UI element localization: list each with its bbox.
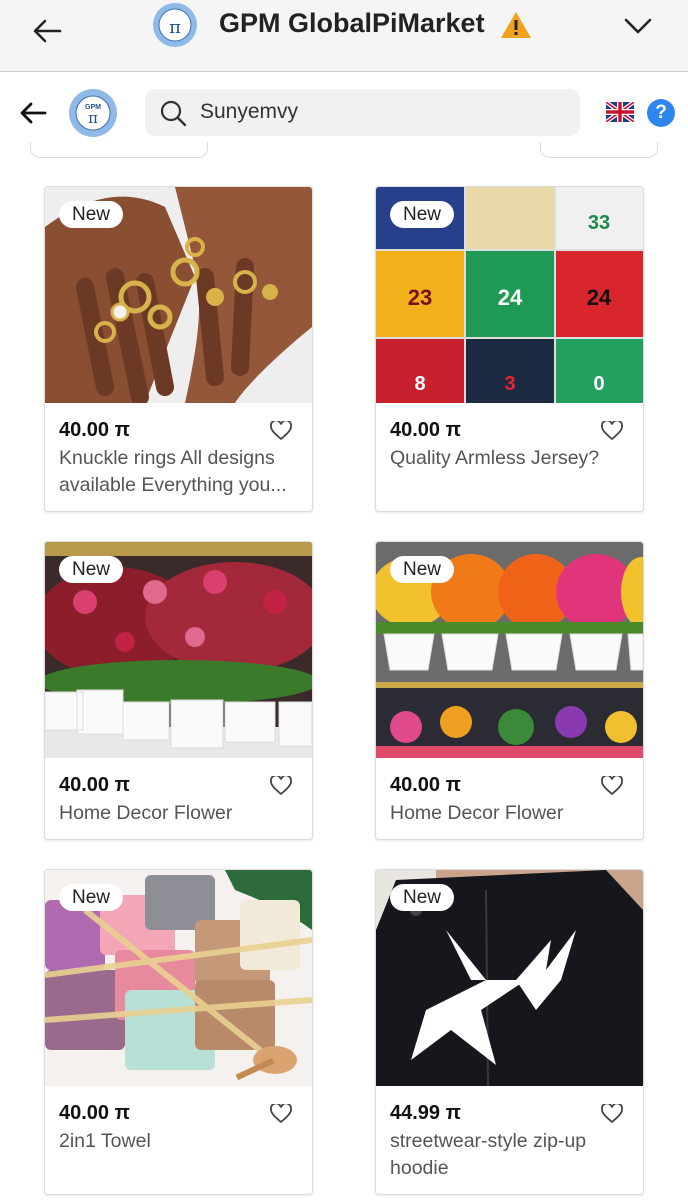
svg-text:23: 23 bbox=[408, 285, 432, 310]
new-badge: New bbox=[59, 884, 124, 911]
product-card[interactable]: New 40.00 π Knuckle rings All designs av… bbox=[44, 186, 313, 512]
product-image[interactable]: New bbox=[376, 870, 643, 1086]
previous-row-card-edge bbox=[30, 142, 208, 158]
back-arrow-icon[interactable] bbox=[30, 14, 64, 48]
product-card[interactable]: New 40.00 π Home Decor Flower bbox=[375, 541, 644, 840]
svg-text:8: 8 bbox=[414, 373, 425, 395]
new-badge: New bbox=[59, 556, 124, 583]
product-name[interactable]: Home Decor Flower bbox=[390, 800, 630, 827]
new-badge: New bbox=[390, 556, 455, 583]
favorite-heart-icon[interactable] bbox=[601, 1104, 623, 1124]
gpm-logo-icon: π bbox=[153, 3, 197, 47]
search-input[interactable]: Sunyemvy bbox=[145, 89, 580, 136]
svg-text:24: 24 bbox=[587, 285, 612, 310]
svg-text:33: 33 bbox=[588, 212, 610, 234]
favorite-heart-icon[interactable] bbox=[601, 776, 623, 796]
product-name[interactable]: streetwear-style zip-up hoodie bbox=[390, 1128, 630, 1182]
new-badge: New bbox=[59, 201, 124, 228]
product-card[interactable]: New 40.00 π Home Decor Flower bbox=[44, 541, 313, 840]
product-price: 40.00 π bbox=[390, 419, 461, 441]
new-badge: New bbox=[390, 884, 455, 911]
product-price: 44.99 π bbox=[390, 1102, 461, 1124]
favorite-heart-icon[interactable] bbox=[270, 1104, 292, 1124]
product-price: 40.00 π bbox=[59, 1102, 130, 1124]
svg-text:3: 3 bbox=[504, 373, 515, 395]
svg-text:0: 0 bbox=[593, 373, 604, 395]
favorite-heart-icon[interactable] bbox=[601, 421, 623, 441]
gpm-logo-icon[interactable]: GPM π bbox=[68, 88, 118, 138]
search-query: Sunyemvy bbox=[200, 100, 299, 123]
product-card[interactable]: New 40.00 π 2in1 Towel bbox=[44, 869, 313, 1195]
search-icon bbox=[160, 100, 187, 127]
product-image[interactable]: New bbox=[45, 187, 312, 403]
product-image[interactable]: New bbox=[376, 542, 643, 758]
product-image[interactable]: New bbox=[45, 542, 312, 758]
svg-text:π: π bbox=[88, 109, 98, 127]
favorite-heart-icon[interactable] bbox=[270, 776, 292, 796]
app-title: GPM GlobalPiMarket bbox=[219, 8, 485, 38]
product-name[interactable]: Quality Armless Jersey? bbox=[390, 445, 630, 472]
svg-text:24: 24 bbox=[498, 285, 523, 310]
product-card[interactable]: New 44.99 π streetwear-style zip-up hood… bbox=[375, 869, 644, 1195]
uk-flag-icon[interactable] bbox=[606, 102, 634, 122]
favorite-heart-icon[interactable] bbox=[270, 421, 292, 441]
product-name[interactable]: Knuckle rings All designs available Ever… bbox=[59, 445, 299, 499]
product-name[interactable]: Home Decor Flower bbox=[59, 800, 299, 827]
previous-row-card-edge bbox=[540, 142, 658, 158]
product-price: 40.00 π bbox=[390, 774, 461, 796]
svg-text:π: π bbox=[169, 17, 181, 38]
product-card[interactable]: 23 24 24 8 3 0 33 New 40.00 π Quality Ar… bbox=[375, 186, 644, 512]
back-arrow-icon[interactable] bbox=[18, 98, 48, 128]
chevron-down-icon[interactable] bbox=[622, 12, 654, 40]
product-image[interactable]: 23 24 24 8 3 0 33 New bbox=[376, 187, 643, 403]
help-icon[interactable]: ? bbox=[647, 99, 675, 127]
product-image[interactable]: New bbox=[45, 870, 312, 1086]
new-badge: New bbox=[390, 201, 455, 228]
product-price: 40.00 π bbox=[59, 419, 130, 441]
app-title-bar: π GPM GlobalPiMarket bbox=[0, 0, 688, 72]
warning-icon[interactable] bbox=[500, 10, 532, 40]
product-name[interactable]: 2in1 Towel bbox=[59, 1128, 299, 1155]
product-price: 40.00 π bbox=[59, 774, 130, 796]
